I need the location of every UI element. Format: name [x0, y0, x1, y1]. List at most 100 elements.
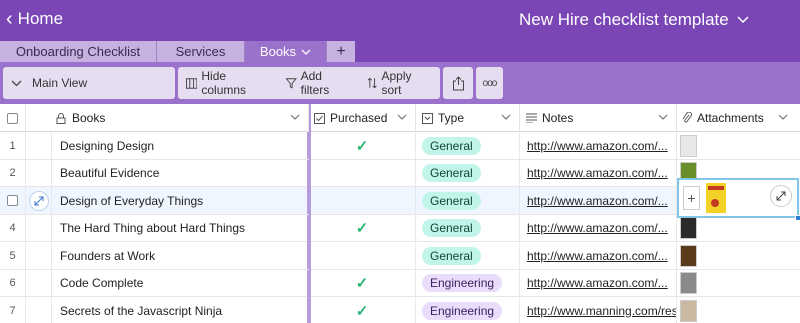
type-pill: General	[422, 164, 481, 182]
type-cell[interactable]: Engineering	[416, 297, 520, 323]
attachment-thumbnail[interactable]	[680, 244, 697, 267]
more-options-button[interactable]: ooo	[476, 67, 503, 99]
book-name-cell[interactable]: Code Complete	[52, 269, 309, 297]
type-cell[interactable]: General	[416, 214, 520, 242]
column-header-notes[interactable]: Notes	[520, 104, 677, 132]
expand-record-button[interactable]	[29, 190, 49, 211]
tab-label: Onboarding Checklist	[15, 44, 141, 59]
type-cell[interactable]: Engineering	[416, 269, 520, 297]
chevron-down-icon[interactable]	[397, 111, 407, 123]
attachment-thumbnail[interactable]	[680, 272, 697, 294]
add-table-button[interactable]: +	[327, 41, 355, 62]
purchased-cell[interactable]: ✓	[309, 297, 416, 323]
purchased-cell[interactable]	[309, 187, 416, 214]
type-pill: Engineering	[422, 301, 503, 320]
select-all-checkbox[interactable]	[0, 104, 26, 132]
fill-handle[interactable]	[795, 215, 800, 221]
column-label: Attachments	[697, 111, 764, 125]
column-header-type[interactable]: Type	[416, 104, 520, 132]
plus-icon: +	[336, 42, 346, 60]
table-row[interactable]: 5 Founders at Work General http://www.am…	[0, 242, 800, 270]
share-button[interactable]	[443, 67, 473, 99]
add-filters-button[interactable]: Add filters	[278, 67, 359, 99]
book-name-cell[interactable]: Secrets of the Javascript Ninja	[52, 297, 309, 323]
purchased-cell[interactable]: ✓	[309, 269, 416, 297]
columns-icon	[186, 77, 198, 89]
notes-cell[interactable]: http://www.amazon.com/...	[520, 269, 677, 297]
apply-sort-button[interactable]: Apply sort	[359, 67, 440, 99]
lock-icon	[56, 112, 66, 124]
tab-services[interactable]: Services	[157, 41, 245, 62]
attachments-cell[interactable]	[677, 242, 800, 269]
type-pill: General	[422, 136, 481, 155]
row-expand-slot	[26, 242, 52, 269]
table-row[interactable]: 6 Code Complete ✓ Engineering http://www…	[0, 269, 800, 297]
row-checkbox-cell[interactable]	[0, 187, 26, 214]
home-link[interactable]: ‹ Home	[6, 9, 63, 29]
notes-cell[interactable]: http://www.amazon.com/...	[520, 214, 677, 242]
column-header-books[interactable]: Books	[26, 104, 309, 132]
attachment-cell-editor[interactable]: +	[677, 178, 799, 218]
view-bar: Main View Hide columns Add filters Apply…	[0, 62, 800, 104]
top-bar: ‹ Home New Hire checklist template	[0, 0, 800, 41]
checkbox[interactable]	[7, 112, 18, 124]
chevron-down-icon[interactable]	[778, 111, 788, 123]
row-expand-slot	[26, 214, 52, 242]
type-cell[interactable]: General	[416, 242, 520, 269]
book-name-cell[interactable]: The Hard Thing about Hard Things	[52, 214, 309, 242]
tab-onboarding-checklist[interactable]: Onboarding Checklist	[0, 41, 157, 62]
column-header-purchased[interactable]: Purchased	[309, 104, 416, 132]
notes-cell[interactable]: http://www.amazon.com/...	[520, 187, 677, 214]
column-label: Purchased	[330, 111, 388, 125]
expand-icon	[34, 196, 44, 205]
attachments-cell[interactable]	[677, 270, 800, 297]
chevron-down-icon[interactable]	[501, 111, 511, 123]
tab-books[interactable]: Books	[245, 41, 327, 62]
purchased-cell[interactable]: ✓	[309, 214, 416, 242]
chevron-down-icon[interactable]	[301, 49, 311, 55]
book-cover-thumbnail[interactable]	[706, 183, 726, 213]
attachment-thumbnail[interactable]	[680, 134, 697, 157]
type-cell[interactable]: General	[416, 132, 520, 159]
view-actions: Hide columns Add filters Apply sort	[178, 67, 440, 99]
row-number: 6	[0, 269, 26, 297]
view-switcher[interactable]: Main View	[3, 67, 175, 99]
checkbox[interactable]	[7, 195, 18, 206]
type-cell[interactable]: General	[416, 159, 520, 187]
expand-attachments-button[interactable]	[770, 185, 792, 207]
notes-cell[interactable]: http://www.amazon.com/...	[520, 132, 677, 159]
add-filters-label: Add filters	[300, 69, 330, 97]
base-title[interactable]: New Hire checklist template	[519, 10, 749, 30]
book-name-cell[interactable]: Beautiful Evidence	[52, 159, 309, 187]
row-expand-slot	[26, 132, 52, 159]
chevron-down-icon	[11, 80, 22, 86]
tab-label: Services	[175, 44, 226, 59]
book-name-cell[interactable]: Founders at Work	[52, 242, 309, 269]
purchased-cell[interactable]	[309, 242, 416, 269]
book-name-cell[interactable]: Designing Design	[52, 132, 309, 159]
hide-columns-button[interactable]: Hide columns	[178, 67, 278, 99]
attachments-cell[interactable]	[677, 215, 800, 242]
purchased-cell[interactable]	[309, 159, 416, 187]
type-cell[interactable]: General	[416, 187, 520, 214]
long-text-icon	[526, 113, 537, 123]
notes-cell[interactable]: http://www.amazon.com/...	[520, 242, 677, 269]
column-header-attachments[interactable]: Attachments	[677, 104, 800, 132]
chevron-down-icon[interactable]	[658, 111, 668, 123]
add-attachment-button[interactable]: +	[683, 186, 700, 210]
purchased-cell[interactable]: ✓	[309, 132, 416, 159]
attachment-thumbnail[interactable]	[680, 299, 697, 322]
row-number: 1	[0, 132, 26, 159]
table-row[interactable]: 1 Designing Design ✓ General http://www.…	[0, 132, 800, 160]
attachments-cell[interactable]	[677, 297, 800, 323]
book-name-cell[interactable]: Design of Everyday Things	[52, 187, 309, 214]
notes-cell[interactable]: http://www.manning.com/res	[520, 297, 677, 323]
view-switcher-button[interactable]: Main View	[3, 67, 95, 99]
chevron-down-icon[interactable]	[290, 111, 300, 123]
table-row[interactable]: 4 The Hard Thing about Hard Things ✓ Gen…	[0, 214, 800, 242]
table-row[interactable]: 7 Secrets of the Javascript Ninja ✓ Engi…	[0, 297, 800, 323]
type-pill: General	[422, 246, 481, 265]
attachments-cell[interactable]	[677, 132, 800, 159]
attachment-thumbnail[interactable]	[680, 217, 697, 239]
notes-cell[interactable]: http://www.amazon.com/...	[520, 159, 677, 187]
